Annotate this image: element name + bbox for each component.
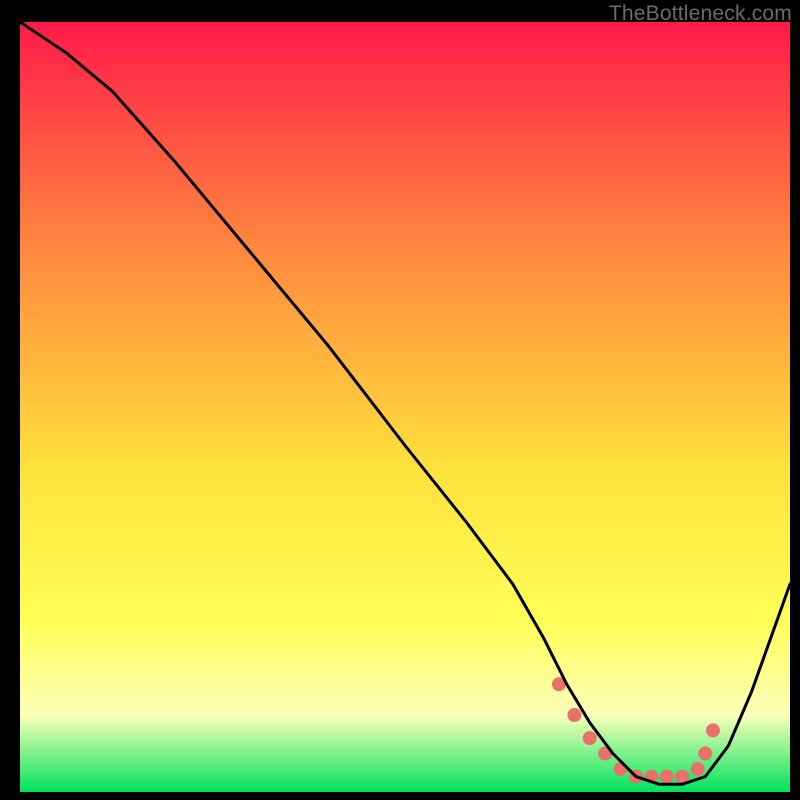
bottleneck-chart xyxy=(20,22,790,792)
watermark-text: TheBottleneck.com xyxy=(609,2,792,26)
chart-frame xyxy=(20,22,790,792)
marker-dot xyxy=(691,762,705,776)
marker-dot xyxy=(567,708,581,722)
marker-dot xyxy=(706,723,720,737)
marker-dot xyxy=(583,731,597,745)
marker-dot xyxy=(660,770,674,784)
gradient-background xyxy=(20,22,790,792)
marker-dot xyxy=(698,747,712,761)
